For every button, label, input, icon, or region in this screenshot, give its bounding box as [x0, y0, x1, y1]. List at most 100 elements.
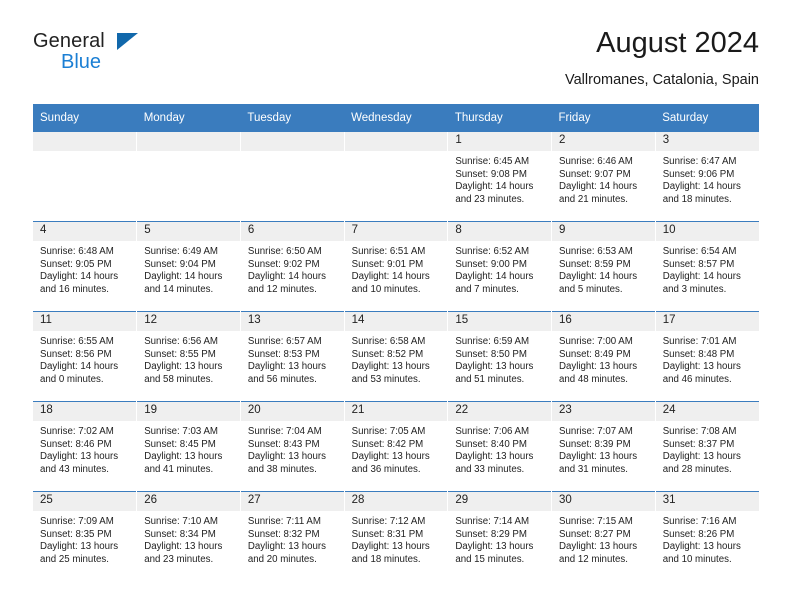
calendar-day-cell[interactable]: 12 Sunrise: 6:56 AM Sunset: 8:55 PM Dayligh… — [136, 311, 241, 402]
day-detail-line: Sunrise: 6:47 AM — [662, 156, 737, 167]
day-detail-line: Sunrise: 7:12 AM — [351, 516, 426, 527]
day-detail-line: and 12 minutes. — [247, 283, 317, 295]
calendar-day-cell[interactable]: 4 Sunrise: 6:48 AM Sunset: 9:05 PM Daylight… — [33, 221, 137, 312]
calendar-day-cell[interactable]: 21 Sunrise: 7:05 AM Sunset: 8:42 PM Dayligh… — [343, 401, 448, 492]
day-number: 15 — [448, 312, 552, 331]
day-detail-line: Sunrise: 6:59 AM — [455, 336, 530, 347]
calendar-day-cell[interactable]: 11 Sunrise: 6:55 AM Sunset: 8:56 PM Dayligh… — [33, 311, 137, 402]
calendar-day-cell[interactable]: 14 Sunrise: 6:58 AM Sunset: 8:52 PM Dayligh… — [343, 311, 448, 402]
day-detail-line: Sunrise: 7:02 AM — [40, 426, 114, 437]
day-detail-line: Sunset: 9:04 PM — [144, 258, 216, 270]
calendar-day-cell[interactable]: 10 Sunrise: 6:54 AM Sunset: 8:57 PM Dayligh… — [654, 221, 759, 312]
calendar-day-cell[interactable]: 9 Sunrise: 6:53 AM Sunset: 8:59 PM Daylight… — [551, 221, 656, 312]
day-details: Sunrise: 6:58 AM Sunset: 8:52 PM Daylight:… — [345, 331, 448, 386]
day-detail-line: Sunset: 9:05 PM — [40, 258, 112, 270]
calendar-day-cell[interactable]: 31 Sunrise: 7:16 AM Sunset: 8:26 PM Dayligh… — [654, 491, 759, 581]
calendar-day-cell[interactable]: 29 Sunrise: 7:14 AM Sunset: 8:29 PM Dayligh… — [447, 491, 552, 581]
day-detail-line: Sunset: 8:56 PM — [40, 348, 112, 360]
calendar-day-cell[interactable]: 18 Sunrise: 7:02 AM Sunset: 8:46 PM Dayligh… — [33, 401, 137, 492]
day-detail-line: Sunrise: 7:11 AM — [247, 516, 321, 527]
day-detail-line: Sunrise: 6:50 AM — [247, 246, 322, 257]
calendar-day-cell[interactable]: 2 Sunrise: 6:46 AM Sunset: 9:07 PM Daylight… — [551, 131, 656, 222]
day-detail-line: Daylight: 13 hours — [144, 541, 223, 553]
day-number: 23 — [552, 402, 655, 421]
day-detail-line: and 31 minutes. — [559, 463, 628, 475]
calendar-day-cell[interactable]: 1 Sunrise: 6:45 AM Sunset: 9:08 PM Daylight… — [447, 131, 552, 222]
day-number: 12 — [137, 312, 240, 331]
day-details: Sunrise: 6:53 AM Sunset: 8:59 PM Daylight:… — [552, 241, 655, 296]
calendar-day-cell[interactable]: 8 Sunrise: 6:52 AM Sunset: 9:00 PM Daylight… — [447, 221, 552, 312]
day-detail-line: and 10 minutes. — [351, 283, 421, 295]
day-detail-line: Sunrise: 6:51 AM — [351, 246, 426, 257]
day-detail-line: Sunset: 8:26 PM — [662, 528, 735, 540]
day-details: Sunrise: 6:55 AM Sunset: 8:56 PM Daylight:… — [33, 331, 136, 386]
day-detail-line: Sunset: 9:00 PM — [455, 258, 527, 270]
calendar-day-cell[interactable]: 13 Sunrise: 6:57 AM Sunset: 8:53 PM Dayligh… — [239, 311, 345, 402]
day-details — [33, 151, 136, 156]
day-detail-line: and 18 minutes. — [662, 193, 732, 205]
calendar-day-cell[interactable]: 3 Sunrise: 6:47 AM Sunset: 9:06 PM Daylight… — [654, 131, 759, 222]
day-detail-line: Daylight: 13 hours — [559, 541, 638, 553]
calendar-day-cell[interactable]: 16 Sunrise: 7:00 AM Sunset: 8:49 PM Dayligh… — [551, 311, 656, 402]
calendar-day-cell[interactable]: 27 Sunrise: 7:11 AM Sunset: 8:32 PM Dayligh… — [239, 491, 345, 581]
day-detail-line: Sunset: 8:45 PM — [144, 438, 216, 450]
calendar-day-cell[interactable]: 19 Sunrise: 7:03 AM Sunset: 8:45 PM Dayligh… — [136, 401, 241, 492]
general-blue-logo[interactable]: General Blue — [33, 30, 153, 82]
calendar-day-cell[interactable]: 30 Sunrise: 7:15 AM Sunset: 8:27 PM Dayligh… — [551, 491, 656, 581]
day-details — [345, 151, 448, 156]
calendar-day-cell[interactable]: 17 Sunrise: 7:01 AM Sunset: 8:48 PM Dayligh… — [654, 311, 759, 402]
day-detail-line: Daylight: 13 hours — [351, 361, 430, 373]
day-detail-line: and 36 minutes. — [351, 463, 421, 475]
calendar-day-cell[interactable]: 28 Sunrise: 7:12 AM Sunset: 8:31 PM Dayligh… — [343, 491, 448, 581]
day-number: 6 — [240, 222, 344, 241]
day-details: Sunrise: 6:48 AM Sunset: 9:05 PM Daylight:… — [33, 241, 136, 296]
logo-text-general: General — [33, 30, 105, 52]
calendar-day-cell[interactable]: 26 Sunrise: 7:10 AM Sunset: 8:34 PM Dayligh… — [136, 491, 241, 581]
calendar-day-cell[interactable]: 23 Sunrise: 7:07 AM Sunset: 8:39 PM Dayligh… — [551, 401, 656, 492]
day-details: Sunrise: 6:54 AM Sunset: 8:57 PM Daylight:… — [656, 241, 759, 296]
day-detail-line: Sunrise: 7:03 AM — [144, 426, 218, 437]
day-number: 22 — [448, 402, 552, 421]
day-number: 30 — [552, 492, 655, 511]
day-details: Sunrise: 6:49 AM Sunset: 9:04 PM Daylight:… — [137, 241, 240, 296]
day-number: 31 — [655, 492, 759, 511]
calendar-day-cell[interactable]: 22 Sunrise: 7:06 AM Sunset: 8:40 PM Dayligh… — [447, 401, 552, 492]
day-detail-line: Sunset: 8:31 PM — [351, 528, 424, 540]
day-detail-line: Sunrise: 6:55 AM — [40, 336, 114, 347]
day-details: Sunrise: 6:59 AM Sunset: 8:50 PM Daylight:… — [448, 331, 551, 386]
calendar-day-cell[interactable]: 20 Sunrise: 7:04 AM Sunset: 8:43 PM Dayligh… — [239, 401, 345, 492]
calendar-day-cell-empty — [343, 131, 448, 222]
calendar-day-cell-empty — [239, 131, 345, 222]
day-number: 29 — [448, 492, 552, 511]
weekday-header-friday: Friday — [551, 104, 656, 132]
page-subtitle: Vallromanes, Catalonia, Spain — [565, 72, 759, 88]
day-number: 27 — [240, 492, 344, 511]
page-title: August 2024 — [596, 27, 759, 59]
day-details: Sunrise: 6:50 AM Sunset: 9:02 PM Daylight:… — [241, 241, 344, 296]
day-detail-line: Sunset: 9:02 PM — [247, 258, 320, 270]
calendar-day-cell[interactable]: 25 Sunrise: 7:09 AM Sunset: 8:35 PM Dayligh… — [33, 491, 137, 581]
day-detail-line: Sunset: 8:34 PM — [144, 528, 216, 540]
day-detail-line: and 58 minutes. — [144, 373, 214, 385]
day-detail-line: and 23 minutes. — [455, 193, 525, 205]
calendar-day-cell[interactable]: 6 Sunrise: 6:50 AM Sunset: 9:02 PM Daylight… — [239, 221, 345, 312]
calendar-day-cell[interactable]: 5 Sunrise: 6:49 AM Sunset: 9:04 PM Daylight… — [136, 221, 241, 312]
day-number: 3 — [655, 132, 759, 151]
calendar-day-cell[interactable]: 15 Sunrise: 6:59 AM Sunset: 8:50 PM Dayligh… — [447, 311, 552, 402]
calendar-day-cell[interactable]: 7 Sunrise: 6:51 AM Sunset: 9:01 PM Daylight… — [343, 221, 448, 312]
title-block: August 2024 Vallromanes, Catalonia, Spai… — [565, 26, 759, 90]
day-detail-line: and 25 minutes. — [40, 553, 109, 565]
day-detail-line: and 41 minutes. — [144, 463, 214, 475]
day-detail-line: and 10 minutes. — [662, 553, 732, 565]
day-details: Sunrise: 7:00 AM Sunset: 8:49 PM Daylight:… — [552, 331, 655, 386]
logo-text-blue: Blue — [61, 51, 102, 73]
calendar-day-cell[interactable]: 24 Sunrise: 7:08 AM Sunset: 8:37 PM Dayligh… — [654, 401, 759, 492]
day-detail-line: Sunrise: 6:52 AM — [455, 246, 530, 257]
day-detail-line: Daylight: 13 hours — [247, 361, 326, 373]
day-details — [241, 151, 344, 156]
weekday-header-saturday: Saturday — [655, 104, 759, 132]
day-detail-line: Daylight: 13 hours — [455, 361, 534, 373]
day-detail-line: Sunset: 8:37 PM — [662, 438, 735, 450]
day-detail-line: and 43 minutes. — [40, 463, 109, 475]
day-detail-line: Daylight: 14 hours — [40, 271, 119, 283]
